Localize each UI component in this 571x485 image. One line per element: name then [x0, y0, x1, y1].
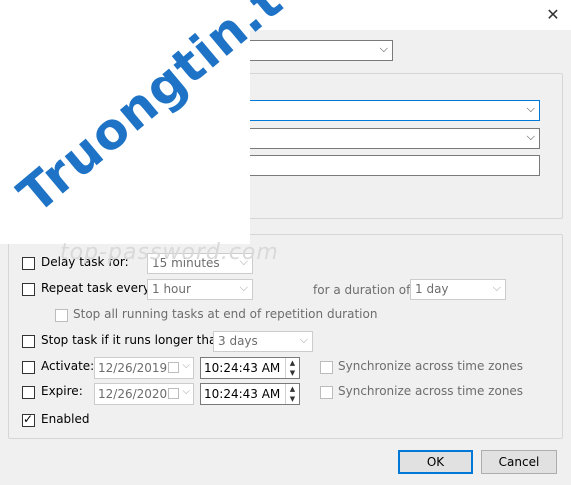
sync-expire-label: Synchronize across time zones	[338, 384, 524, 398]
stop-if-longer-checkbox[interactable]	[22, 335, 35, 348]
stop-running-tasks-checkbox[interactable]	[55, 309, 68, 322]
expire-checkbox[interactable]	[22, 386, 35, 399]
stop-if-longer-label: Stop task if it runs longer than:	[41, 333, 228, 347]
enabled-label: Enabled	[41, 412, 90, 426]
activate-checkbox[interactable]	[22, 361, 35, 374]
watermark-text: top-password.com	[60, 240, 279, 265]
activate-date-picker[interactable]: 12/26/2019 ⌵	[94, 357, 194, 379]
delay-task-checkbox[interactable]	[22, 257, 35, 270]
activate-label: Activate:	[41, 359, 95, 373]
top-combo[interactable]: ⌵	[245, 40, 393, 61]
stop-if-longer-combo[interactable]: 3 days ⌵	[213, 331, 313, 352]
expire-date-picker[interactable]: 12/26/2020 ⌵	[94, 383, 194, 405]
chevron-down-icon: ⌵	[526, 130, 535, 143]
spin-up-down-icon[interactable]: ▲ ▼	[285, 384, 299, 404]
enabled-checkbox[interactable]	[22, 412, 35, 427]
chevron-down-icon: ⌵	[182, 360, 190, 371]
duration-label: for a duration of:	[313, 283, 414, 297]
stop-running-tasks-label: Stop all running tasks at end of repetit…	[73, 307, 378, 321]
chevron-down-icon: ⌵	[526, 102, 535, 115]
expire-label: Expire:	[41, 384, 83, 398]
chevron-down-icon: ⌵	[492, 281, 501, 294]
settings-combo-2[interactable]: ⌵	[245, 128, 540, 149]
sync-activate-checkbox[interactable]	[320, 361, 333, 374]
spin-up-down-icon[interactable]: ▲ ▼	[285, 358, 299, 378]
expire-time-spinner[interactable]: 10:24:43 AM ▲ ▼	[200, 383, 300, 405]
sync-expire-checkbox[interactable]	[320, 386, 333, 399]
duration-combo[interactable]: 1 day ⌵	[410, 279, 506, 300]
chevron-down-icon: ⌵	[299, 333, 308, 346]
repeat-task-label: Repeat task every:	[41, 281, 154, 295]
repeat-task-checkbox[interactable]	[22, 283, 35, 296]
chevron-down-icon: ⌵	[182, 386, 190, 397]
chevron-down-icon: ⌵	[379, 42, 388, 55]
repeat-task-combo[interactable]: 1 hour ⌵	[147, 279, 253, 300]
calendar-icon	[168, 388, 179, 399]
settings-combo-1[interactable]: ⌵	[245, 100, 540, 121]
settings-textbox[interactable]	[245, 155, 540, 176]
close-icon[interactable]: ✕	[543, 5, 563, 25]
activate-time-spinner[interactable]: 10:24:43 AM ▲ ▼	[200, 357, 300, 379]
calendar-icon	[168, 362, 179, 373]
sync-activate-label: Synchronize across time zones	[338, 359, 524, 373]
cancel-button[interactable]: Cancel	[481, 450, 557, 474]
ok-button[interactable]: OK	[398, 450, 473, 474]
chevron-down-icon: ⌵	[239, 281, 248, 294]
